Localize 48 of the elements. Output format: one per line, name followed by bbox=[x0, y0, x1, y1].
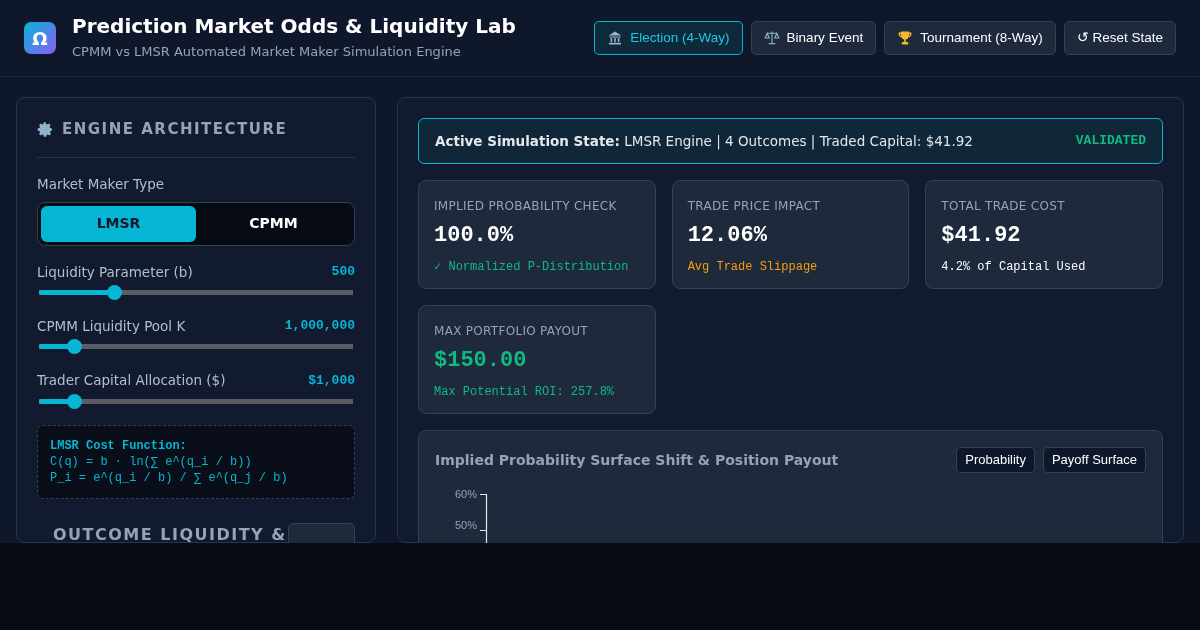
metric-value: $150.00 bbox=[434, 347, 528, 376]
slider-value: $1,000 bbox=[308, 371, 355, 390]
formula-line: C(q) = b · ln(∑ e^(q_i / b)) bbox=[50, 453, 253, 470]
slider-value: 500 bbox=[331, 263, 355, 282]
metric-label: MAX PORTFOLIO PAYOUT bbox=[434, 323, 589, 341]
status-text: Active Simulation State: LMSR Engine | 4 Outcomes | Traded Capital: $41.92 bbox=[435, 132, 973, 152]
metric-note: Max Potential ROI: 257.8% bbox=[434, 384, 616, 402]
section-title: ENGINE ARCHITECTURE bbox=[62, 119, 288, 140]
toggle-option[interactable]: LMSR bbox=[41, 205, 196, 242]
app-logo: Ω bbox=[24, 22, 56, 54]
metric-label: TRADE PRICE IMPACT bbox=[687, 198, 822, 216]
scenario-button[interactable]: Tournament (8-Way) bbox=[884, 20, 1056, 56]
metric-note: ✓ Normalized P-Distribution bbox=[434, 259, 630, 277]
slider-thumb[interactable] bbox=[107, 285, 123, 300]
metric-value: 100.0% bbox=[434, 222, 515, 251]
validation-status: VALIDATED bbox=[1075, 132, 1146, 151]
slider-thumb[interactable] bbox=[66, 339, 82, 355]
gear-icon bbox=[37, 120, 54, 138]
toggle-option[interactable]: CPMM bbox=[196, 205, 351, 242]
formula-title: LMSR Cost Function: bbox=[50, 437, 188, 454]
trophy-icon bbox=[897, 30, 914, 46]
building-icon bbox=[607, 30, 624, 46]
slider-thumb[interactable] bbox=[66, 393, 82, 409]
slider-value: 1,000,000 bbox=[284, 317, 355, 336]
view-button[interactable]: Payoff Surface bbox=[1042, 447, 1146, 473]
slider-label: Trader Capital Allocation ($) bbox=[37, 371, 226, 391]
scenario-button[interactable]: Binary Event bbox=[750, 20, 877, 56]
metric-label: TOTAL TRADE COST bbox=[941, 198, 1066, 216]
field-label: Market Maker Type bbox=[37, 174, 166, 194]
metric-value: 12.06% bbox=[687, 222, 768, 251]
scales-icon bbox=[763, 30, 780, 46]
metric-label: IMPLIED PROBABILITY CHECK bbox=[434, 198, 618, 216]
formula-line: P_i = e^(q_i / b) / ∑ e^(q_j / b) bbox=[50, 469, 289, 487]
scenario-button[interactable]: Election (4-Way) bbox=[594, 20, 743, 56]
metric-note: Avg Trade Slippage bbox=[687, 259, 819, 277]
axis-tick-label: 60% bbox=[455, 488, 478, 500]
metric-value: $41.92 bbox=[941, 222, 1022, 251]
slider-label: CPMM Liquidity Pool K bbox=[37, 317, 186, 336]
app-subtitle: CPMM vs LMSR Automated Market Maker Simulation Engine bbox=[72, 43, 462, 62]
slider-label: Liquidity Parameter (b) bbox=[37, 262, 193, 282]
app-title: Prediction Market Odds & Liquidity Lab bbox=[72, 14, 516, 39]
view-button[interactable]: Probability bbox=[956, 447, 1035, 473]
section-title: OUTCOME LIQUIDITY & bbox=[53, 524, 287, 543]
y-axis bbox=[480, 493, 489, 543]
metric-note: 4.2% of Capital Used bbox=[941, 259, 1087, 277]
scenario-button[interactable]: ↺ Reset State bbox=[1063, 20, 1176, 56]
chart-title: Implied Probability Surface Shift & Position Payout bbox=[435, 450, 839, 470]
axis-tick-label: 50% bbox=[455, 519, 478, 531]
